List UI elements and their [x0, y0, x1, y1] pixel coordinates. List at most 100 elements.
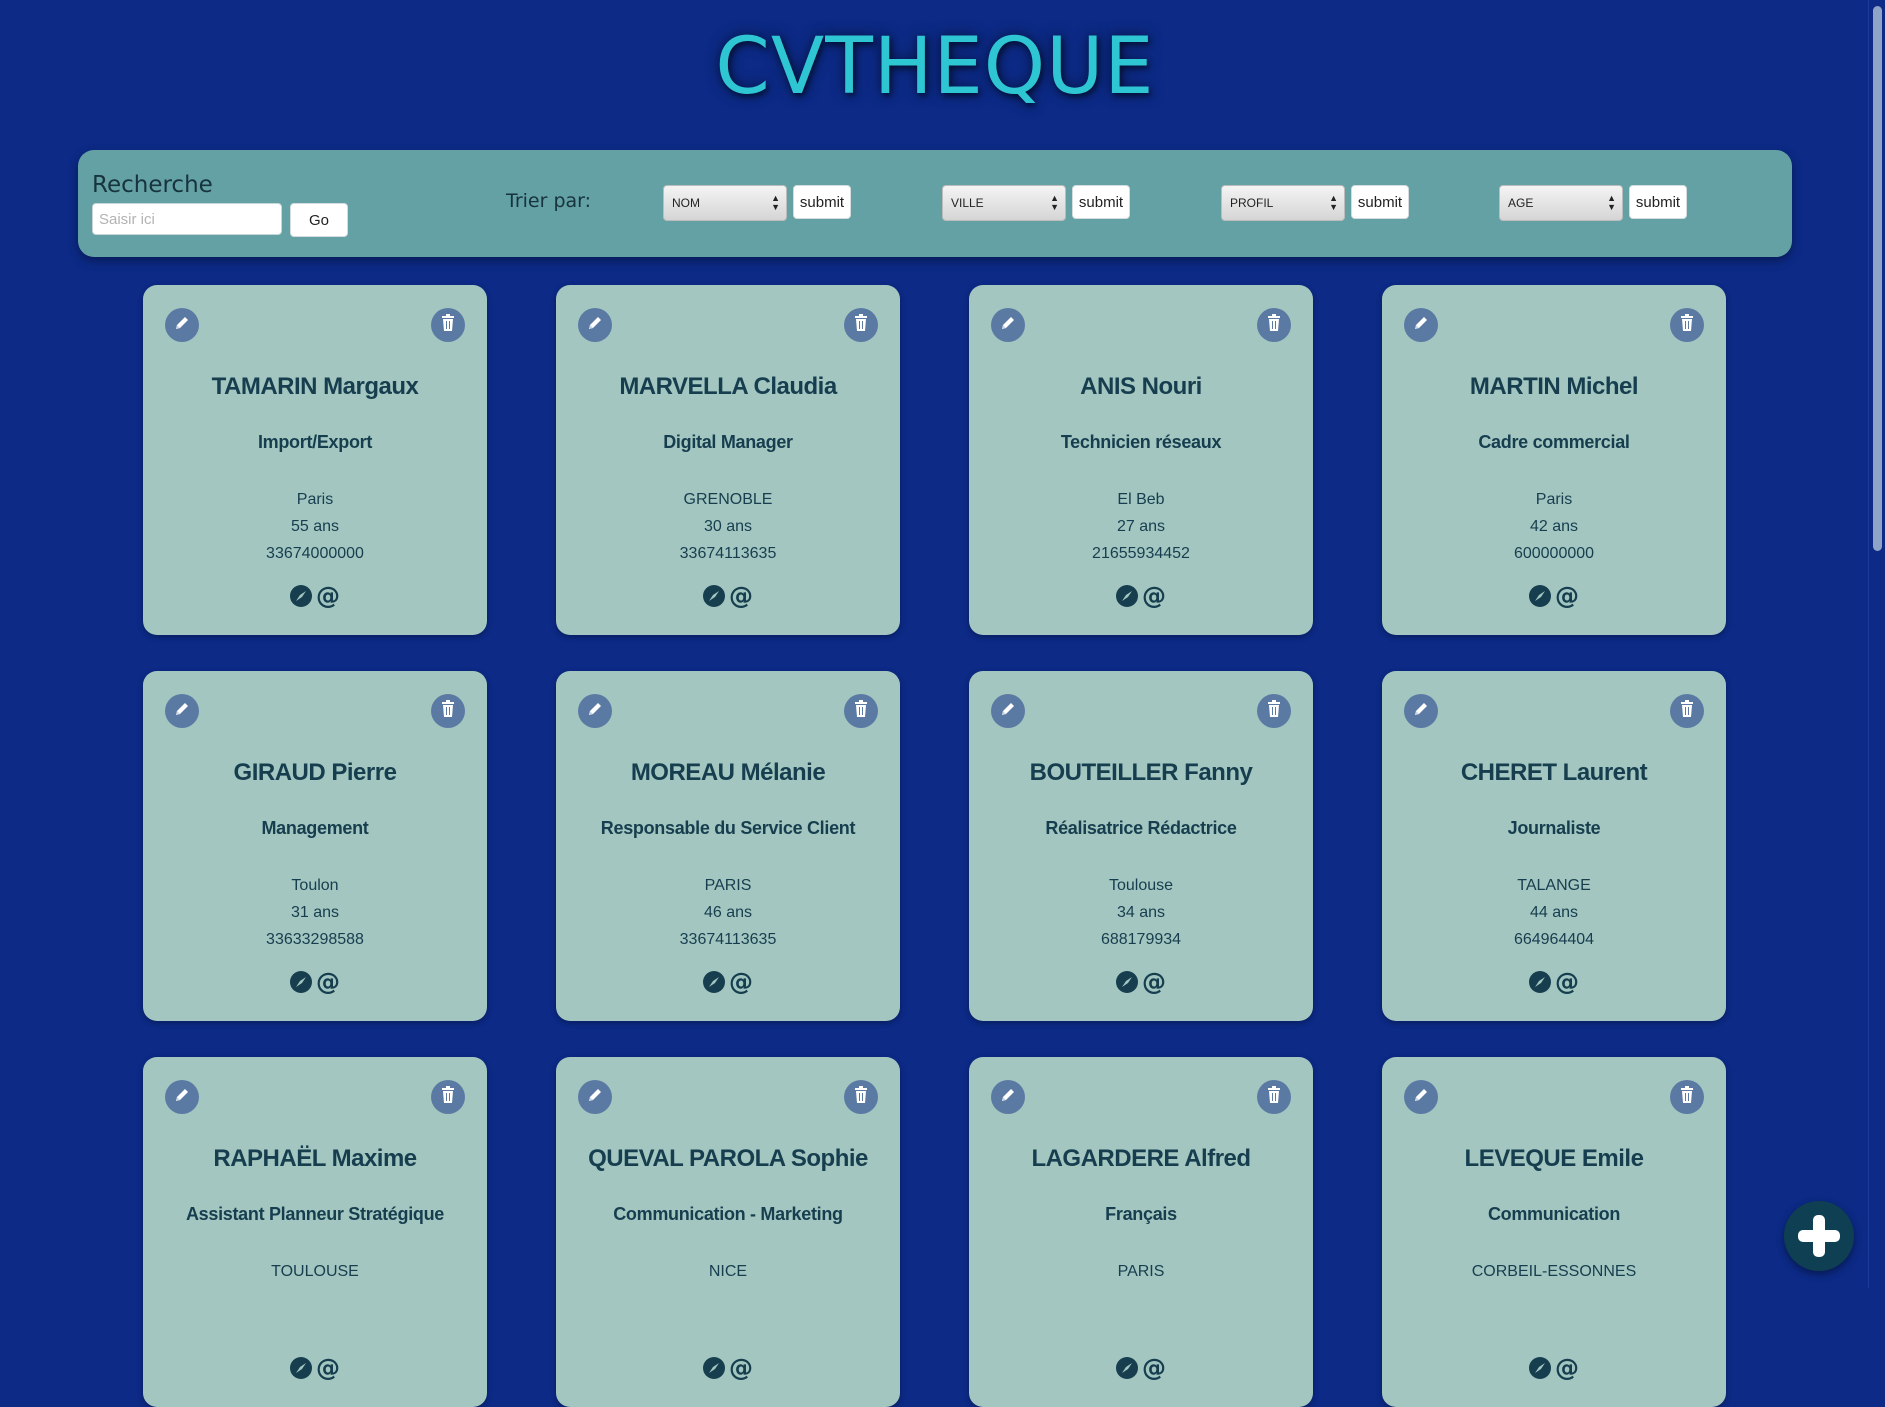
candidate-profile: Technicien réseaux	[1060, 432, 1222, 452]
compass-icon[interactable]	[1116, 585, 1138, 607]
edit-button[interactable]	[1404, 694, 1438, 728]
delete-button[interactable]	[1257, 694, 1291, 728]
at-icon[interactable]: @	[1555, 970, 1579, 994]
candidate-city: PARIS	[1117, 1263, 1165, 1280]
search-input[interactable]	[92, 203, 282, 235]
candidate-phone: 688179934	[1100, 931, 1182, 948]
search-go-button[interactable]: Go	[290, 203, 348, 237]
candidate-name: GIRAUD Pierre	[233, 759, 397, 786]
cv-card: MARVELLA Claudia Digital Manager GRENOBLE 3…	[556, 285, 900, 635]
candidate-age: 42 ans	[1529, 518, 1579, 535]
sort-select-nom[interactable]: NOM ▲ ▼	[663, 185, 787, 221]
candidate-city: PARIS	[704, 877, 752, 894]
delete-button[interactable]	[1257, 308, 1291, 342]
at-icon[interactable]: @	[316, 970, 340, 994]
pencil-icon	[173, 700, 191, 723]
edit-button[interactable]	[165, 308, 199, 342]
candidate-age: 31 ans	[290, 904, 340, 921]
compass-icon[interactable]	[1529, 971, 1551, 993]
sort-select-profil[interactable]: PROFIL ▲ ▼	[1221, 185, 1345, 221]
sort-select-value: NOM	[672, 196, 700, 210]
select-arrows-icon: ▲ ▼	[1607, 193, 1616, 212]
candidate-name: CHERET Laurent	[1460, 759, 1648, 786]
at-icon[interactable]: @	[316, 1356, 340, 1380]
compass-icon[interactable]	[1529, 1357, 1551, 1379]
cv-card: TAMARIN Margaux Import/Export Paris 55 ans 3…	[143, 285, 487, 635]
at-icon[interactable]: @	[1142, 970, 1166, 994]
delete-button[interactable]	[431, 1080, 465, 1114]
delete-button[interactable]	[844, 694, 878, 728]
pencil-icon	[999, 700, 1017, 723]
cv-card: LEVEQUE Emile Communication CORBEIL-ESSONN…	[1382, 1057, 1726, 1407]
pencil-icon	[173, 314, 191, 337]
compass-icon[interactable]	[703, 585, 725, 607]
at-icon[interactable]: @	[729, 1356, 753, 1380]
at-icon[interactable]: @	[729, 584, 753, 608]
contact-links: @	[1382, 1356, 1726, 1380]
edit-button[interactable]	[578, 308, 612, 342]
cv-card: BOUTEILLER Fanny Réalisatrice Rédactrice T…	[969, 671, 1313, 1021]
contact-links: @	[1382, 970, 1726, 994]
delete-button[interactable]	[431, 694, 465, 728]
cv-card: RAPHAËL Maxime Assistant Planneur Stratég…	[143, 1057, 487, 1407]
candidate-profile: Communication - Marketing	[613, 1204, 843, 1224]
candidate-profile: Responsable du Service Client	[600, 818, 856, 838]
candidate-profile: Import/Export	[257, 432, 373, 452]
trash-icon	[440, 313, 456, 337]
compass-icon[interactable]	[1529, 585, 1551, 607]
compass-icon[interactable]	[290, 585, 312, 607]
edit-button[interactable]	[1404, 308, 1438, 342]
candidate-name: ANIS Nouri	[1080, 373, 1202, 400]
edit-button[interactable]	[991, 1080, 1025, 1114]
at-icon[interactable]: @	[729, 970, 753, 994]
submit-button-age[interactable]: submit	[1629, 185, 1687, 219]
delete-button[interactable]	[431, 308, 465, 342]
pencil-icon	[999, 314, 1017, 337]
compass-icon[interactable]	[703, 971, 725, 993]
at-icon[interactable]: @	[316, 584, 340, 608]
at-icon[interactable]: @	[1142, 584, 1166, 608]
trash-icon	[1679, 1085, 1695, 1109]
delete-button[interactable]	[1670, 1080, 1704, 1114]
candidate-age: 55 ans	[290, 518, 340, 535]
cv-card: QUEVAL PAROLA Sophie Communication - Mark…	[556, 1057, 900, 1407]
submit-button-nom[interactable]: submit	[793, 185, 851, 219]
compass-icon[interactable]	[290, 1357, 312, 1379]
delete-button[interactable]	[1257, 1080, 1291, 1114]
scrollbar-thumb[interactable]	[1873, 6, 1882, 551]
contact-links: @	[143, 1356, 487, 1380]
compass-icon[interactable]	[1116, 971, 1138, 993]
submit-button-profil[interactable]: submit	[1351, 185, 1409, 219]
edit-button[interactable]	[165, 1080, 199, 1114]
edit-button[interactable]	[991, 308, 1025, 342]
edit-button[interactable]	[1404, 1080, 1438, 1114]
pencil-icon	[586, 1086, 604, 1109]
sort-select-age[interactable]: AGE ▲ ▼	[1499, 185, 1623, 221]
contact-links: @	[969, 970, 1313, 994]
at-icon[interactable]: @	[1555, 1356, 1579, 1380]
cv-card: MOREAU Mélanie Responsable du Service Cli…	[556, 671, 900, 1021]
pencil-icon	[173, 1086, 191, 1109]
at-icon[interactable]: @	[1555, 584, 1579, 608]
page-scrollbar[interactable]	[1868, 0, 1885, 1288]
delete-button[interactable]	[844, 1080, 878, 1114]
candidate-city: Paris	[1535, 491, 1573, 508]
compass-icon[interactable]	[290, 971, 312, 993]
edit-button[interactable]	[578, 1080, 612, 1114]
edit-button[interactable]	[578, 694, 612, 728]
page-title: CVTHEQUE	[715, 22, 1155, 112]
delete-button[interactable]	[1670, 308, 1704, 342]
delete-button[interactable]	[1670, 694, 1704, 728]
submit-button-ville[interactable]: submit	[1072, 185, 1130, 219]
at-icon[interactable]: @	[1142, 1356, 1166, 1380]
compass-icon[interactable]	[703, 1357, 725, 1379]
sort-select-ville[interactable]: VILLE ▲ ▼	[942, 185, 1066, 221]
plus-icon	[1798, 1215, 1840, 1257]
delete-button[interactable]	[844, 308, 878, 342]
edit-button[interactable]	[991, 694, 1025, 728]
trash-icon	[1266, 1085, 1282, 1109]
trash-icon	[440, 1085, 456, 1109]
compass-icon[interactable]	[1116, 1357, 1138, 1379]
edit-button[interactable]	[165, 694, 199, 728]
add-cv-button[interactable]	[1784, 1201, 1854, 1271]
